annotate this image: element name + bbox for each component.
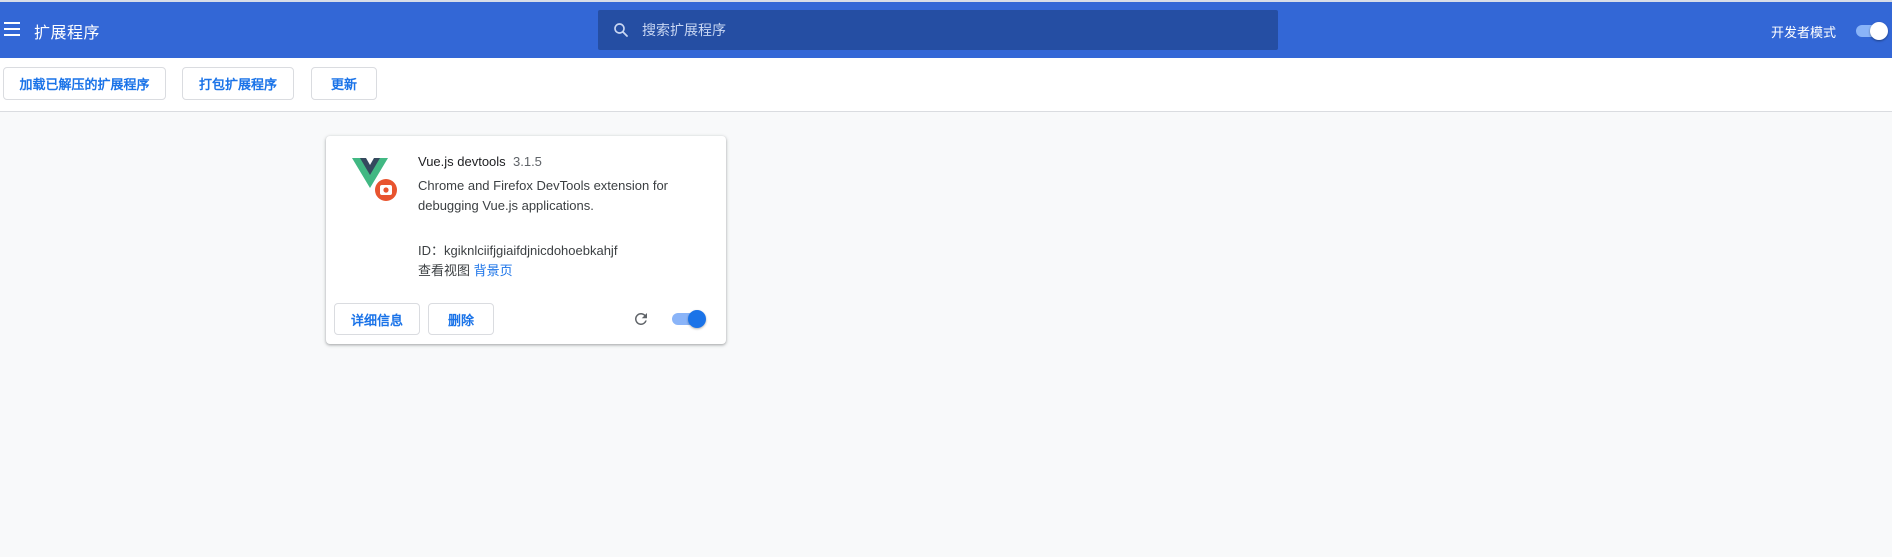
header-bar: 扩展程序 开发者模式	[0, 2, 1892, 58]
dev-mode-label: 开发者模式	[1771, 25, 1837, 40]
dev-mode-toggle[interactable]	[1854, 22, 1888, 40]
reload-icon[interactable]	[632, 310, 650, 328]
page-title: 扩展程序	[34, 25, 101, 42]
vue-logo-icon	[352, 158, 397, 201]
background-page-link[interactable]: 背景页	[474, 263, 513, 278]
update-button[interactable]: 更新	[311, 67, 377, 100]
inspect-views-label: 查看视图	[418, 263, 471, 278]
extension-card: Vue.js devtools 3.1.5 Chrome and Firefox…	[326, 136, 726, 344]
toolbar: 加载已解压的扩展程序 打包扩展程序 更新	[0, 58, 1892, 112]
search-input[interactable]	[642, 10, 1262, 50]
search-box[interactable]	[598, 10, 1278, 50]
extension-enable-toggle[interactable]	[672, 310, 706, 328]
details-button[interactable]: 详细信息	[334, 303, 420, 335]
extension-name: Vue.js devtools	[418, 154, 506, 169]
menu-icon[interactable]	[4, 22, 20, 36]
search-icon	[614, 23, 628, 37]
pack-extension-button[interactable]: 打包扩展程序	[182, 67, 294, 100]
extension-id: ID：kgiknlciifjgiaifdjnicdohoebkahjf	[418, 243, 618, 258]
inspect-views: 查看视图 背景页	[418, 260, 513, 279]
extension-description: Chrome and Firefox DevTools extension fo…	[418, 178, 669, 213]
extension-version: 3.1.5	[513, 154, 542, 169]
load-unpacked-button[interactable]: 加载已解压的扩展程序	[3, 67, 166, 100]
remove-button[interactable]: 删除	[428, 303, 494, 335]
